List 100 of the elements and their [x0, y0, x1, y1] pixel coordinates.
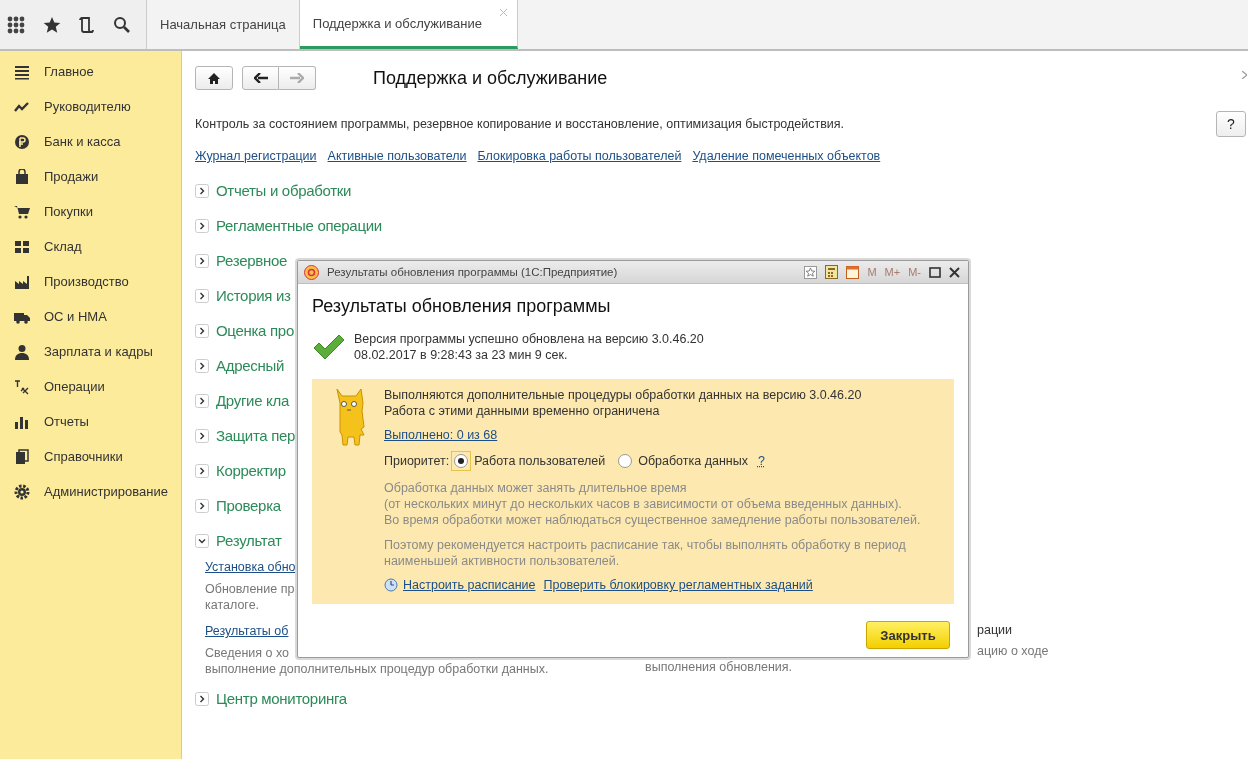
expand-toggle-icon[interactable] [195, 358, 209, 373]
group-title[interactable]: Корректир [216, 462, 286, 479]
group-title[interactable]: История из [216, 287, 291, 304]
maximize-icon[interactable] [929, 266, 941, 278]
link[interactable]: Установка обно [205, 558, 296, 576]
group-title[interactable]: Адресный [216, 357, 284, 374]
hint-text: Поэтому рекомендуется настроить расписание так, чтобы выполнять обработку в период [384, 537, 907, 553]
list-icon [14, 63, 30, 80]
bag-icon [14, 168, 30, 185]
group-title[interactable]: Оценка про [216, 322, 294, 339]
sidebar-item[interactable]: ОС и НМА [0, 299, 181, 334]
link[interactable]: Удаление помеченных объектов [692, 149, 881, 163]
description-text: каталоге. [205, 597, 260, 613]
app-logo-icon [304, 264, 319, 280]
hint-text: наименьшей активности пользователей. [384, 553, 621, 569]
person-icon [14, 343, 30, 360]
expand-toggle-icon[interactable] [195, 253, 209, 268]
sidebar-item[interactable]: Администрирование [0, 474, 181, 509]
description-text: Сведения о хо [205, 645, 290, 661]
close-button[interactable]: Закрыть [866, 621, 950, 649]
group-title[interactable]: Регламентные операции [216, 217, 382, 234]
left-arrow-icon [253, 73, 268, 83]
factory-icon [14, 273, 30, 290]
help-button[interactable]: ? [1216, 111, 1246, 137]
expand-toggle-icon[interactable] [195, 463, 209, 478]
notice-text: Выполняются дополнительные процедуры обработки данных на версию 3.0.46.20 [384, 387, 863, 403]
group-title[interactable]: Защита пер [216, 427, 296, 444]
notice-text: Работа с этими данными временно ограничена [384, 403, 661, 419]
dialog-window-title: Результаты обновления программы (1С:Предприятие) [327, 266, 618, 278]
expand-toggle-icon[interactable] [195, 428, 209, 443]
radio-option[interactable]: Обработка данных [615, 451, 748, 471]
link[interactable]: Журнал регистрации [195, 149, 317, 163]
radio-button[interactable] [454, 454, 469, 468]
status-text: Версия программы успешно обновлена на версию 3.0.46.20 [354, 331, 704, 347]
radio-option[interactable]: Работа пользователей [451, 451, 606, 471]
home-icon [208, 72, 220, 84]
group-title[interactable]: Результат [216, 532, 282, 549]
status-text: 08.02.2017 в 9:28:43 за 23 мин 9 сек. [354, 347, 569, 363]
link[interactable]: Активные пользователи [327, 149, 467, 163]
page-title: Поддержка и обслуживание [373, 67, 608, 89]
sidebar-item[interactable]: Производство [0, 264, 181, 299]
expand-toggle-icon[interactable] [195, 498, 209, 513]
page-description: Контроль за состоянием программы, резервное копирование и восстановление, оптимизация быстродействия. [195, 117, 845, 131]
tab[interactable]: Начальная страница [147, 0, 300, 49]
radio-button[interactable] [618, 454, 633, 468]
expand-toggle-icon[interactable] [195, 691, 209, 706]
expand-toggle-icon[interactable] [195, 288, 209, 303]
description-text: выполнения обновления. [645, 659, 793, 675]
section-text: рации [977, 622, 1013, 638]
sidebar-item[interactable]: Операции [0, 369, 181, 404]
sidebar-item[interactable]: Банк и касса [0, 124, 181, 159]
hint-text: Во время обработки может наблюдаться существенное замедление работы пользователей. [384, 512, 921, 528]
star-icon[interactable] [43, 15, 61, 34]
back-button[interactable] [242, 66, 279, 90]
star-icon[interactable] [804, 265, 818, 279]
home-button[interactable] [195, 66, 233, 90]
cart-icon [14, 203, 30, 220]
ruble-icon [14, 133, 30, 150]
link[interactable]: Блокировка работы пользователей [477, 149, 682, 163]
sidebar-item[interactable]: Справочники [0, 439, 181, 474]
checkmark-icon [313, 334, 345, 360]
link[interactable]: Результаты об [205, 622, 289, 640]
expand-toggle-icon[interactable] [195, 393, 209, 408]
link[interactable]: Настроить расписание [403, 578, 536, 592]
priority-label: Приоритет: [384, 453, 450, 469]
expand-toggle-icon[interactable] [195, 183, 209, 198]
apps-grid-icon[interactable] [7, 15, 25, 34]
hint-text: (от нескольких минут до нескольких часов в зависимости от объема введенных данных). [384, 496, 903, 512]
tab[interactable]: Поддержка и обслуживание [299, 0, 518, 49]
group-title[interactable]: Проверка [216, 497, 281, 514]
grid-icon [14, 238, 30, 255]
sidebar-item[interactable]: Покупки [0, 194, 181, 229]
progress-link[interactable]: Выполнено: 0 из 68 [384, 428, 921, 442]
sidebar-item[interactable]: Склад [0, 229, 181, 264]
calendar-icon[interactable] [846, 265, 860, 279]
group-title[interactable]: Отчеты и обработки [216, 182, 352, 199]
group-title[interactable]: Резервное [216, 252, 287, 269]
group-title[interactable]: Другие кла [216, 392, 290, 409]
dialog-heading: Результаты обновления программы [312, 296, 612, 317]
search-icon[interactable] [113, 15, 131, 34]
description-text: ацию о ходе [977, 643, 1049, 659]
group-title[interactable]: Центр мониторинга [216, 690, 347, 707]
collapse-toggle-icon[interactable] [195, 533, 209, 548]
letters-icon [14, 378, 30, 395]
right-arrow-icon [290, 73, 304, 83]
sidebar-item[interactable]: Отчеты [0, 404, 181, 439]
sidebar-item[interactable]: Продажи [0, 159, 181, 194]
sidebar-item[interactable]: Зарплата и кадры [0, 334, 181, 369]
sidebar-item[interactable]: Руководителю [0, 89, 181, 124]
link[interactable]: Проверить блокировку регламентных заданий [543, 578, 813, 592]
hint-text: Обработка данных может занять длительное время [384, 480, 688, 496]
expand-toggle-icon[interactable] [195, 218, 209, 233]
description-text: Обновление пр [205, 581, 295, 597]
sidebar-item[interactable]: Главное [0, 54, 181, 89]
expand-toggle-icon[interactable] [195, 323, 209, 338]
help-link[interactable]: ? [758, 454, 765, 468]
calculator-icon[interactable] [825, 265, 839, 279]
description-text: выполнение дополнительных процедур обработки данных. [205, 661, 549, 677]
clock-icon [384, 578, 398, 592]
books-icon [14, 448, 30, 465]
